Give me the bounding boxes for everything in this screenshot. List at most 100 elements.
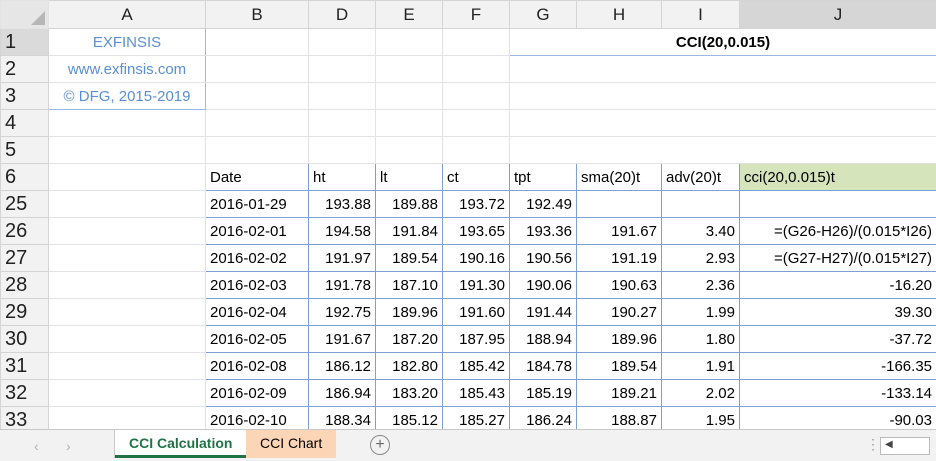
cell[interactable] <box>205 136 309 164</box>
column-header-d[interactable]: D <box>308 0 376 29</box>
cell-cci[interactable]: -166.35 <box>739 352 936 380</box>
row-header[interactable]: 4 <box>0 109 49 137</box>
cell[interactable] <box>442 136 510 164</box>
scroll-arrow-left-icon[interactable]: ◀ <box>885 439 893 450</box>
cell-adv[interactable]: 2.36 <box>661 271 740 299</box>
row-header[interactable]: 1 <box>0 28 49 56</box>
cell[interactable] <box>48 379 206 407</box>
cell-tpt[interactable]: 192.49 <box>509 190 577 218</box>
cell[interactable] <box>375 28 443 56</box>
column-header-b[interactable]: B <box>205 0 309 29</box>
cell-ht[interactable]: 192.75 <box>308 298 376 326</box>
cell-sma[interactable]: 191.19 <box>576 244 662 272</box>
column-header-f[interactable]: F <box>442 0 510 29</box>
cell[interactable] <box>48 217 206 245</box>
cell-tpt[interactable]: 191.44 <box>509 298 577 326</box>
cell-cci[interactable] <box>739 190 936 218</box>
cell-cci[interactable]: -37.72 <box>739 325 936 353</box>
cell-adv[interactable]: 1.99 <box>661 298 740 326</box>
cell[interactable] <box>308 55 376 83</box>
column-header-a[interactable]: A <box>48 0 206 29</box>
cell[interactable] <box>442 55 510 83</box>
cell[interactable] <box>442 28 510 56</box>
cell[interactable] <box>375 55 443 83</box>
select-all-corner[interactable] <box>0 0 49 29</box>
cell-cci[interactable]: 39.30 <box>739 298 936 326</box>
cell[interactable] <box>48 109 206 137</box>
cell-sma[interactable]: 191.67 <box>576 217 662 245</box>
cell-ht[interactable]: 193.88 <box>308 190 376 218</box>
spreadsheet-grid[interactable]: A B D E F G H I J 1 EXFINSIS CCI(20,0.01… <box>0 0 936 434</box>
cell[interactable] <box>205 82 309 110</box>
cell[interactable] <box>48 271 206 299</box>
cell-cci[interactable]: =(G27-H27)/(0.015*I27) <box>739 244 936 272</box>
cell-tpt[interactable]: 190.56 <box>509 244 577 272</box>
row-header[interactable]: 2 <box>0 55 49 83</box>
cell[interactable] <box>375 136 443 164</box>
cell[interactable] <box>48 244 206 272</box>
cell[interactable] <box>205 109 309 137</box>
cell[interactable] <box>48 163 206 191</box>
cell-lt[interactable]: 187.20 <box>375 325 443 353</box>
cell-lt[interactable]: 187.10 <box>375 271 443 299</box>
row-header[interactable]: 32 <box>0 379 49 407</box>
cell-date[interactable]: 2016-02-01 <box>205 217 309 245</box>
cell[interactable] <box>308 109 376 137</box>
cell-sma[interactable] <box>576 190 662 218</box>
horizontal-scrollbar[interactable]: ◀ <box>880 437 930 455</box>
cell-date[interactable]: 2016-02-04 <box>205 298 309 326</box>
cell[interactable] <box>509 82 936 110</box>
cell[interactable] <box>48 352 206 380</box>
cell-adv[interactable]: 2.02 <box>661 379 740 407</box>
column-header-j[interactable]: J <box>739 0 936 29</box>
cell[interactable] <box>308 28 376 56</box>
cell-sma[interactable]: 190.63 <box>576 271 662 299</box>
cell-sma[interactable]: 189.96 <box>576 325 662 353</box>
brand-name-cell[interactable]: EXFINSIS <box>48 28 206 56</box>
cell-cci[interactable]: -16.20 <box>739 271 936 299</box>
cell-date[interactable]: 2016-02-08 <box>205 352 309 380</box>
header-ct[interactable]: ct <box>442 163 510 191</box>
cell-adv[interactable]: 1.91 <box>661 352 740 380</box>
cell[interactable] <box>48 325 206 353</box>
cell-ct[interactable]: 191.60 <box>442 298 510 326</box>
cell-ct[interactable]: 191.30 <box>442 271 510 299</box>
cell[interactable] <box>48 190 206 218</box>
header-date[interactable]: Date <box>205 163 309 191</box>
cell-ht[interactable]: 194.58 <box>308 217 376 245</box>
cell-date[interactable]: 2016-02-02 <box>205 244 309 272</box>
cell-tpt[interactable]: 184.78 <box>509 352 577 380</box>
cell[interactable] <box>205 55 309 83</box>
row-header[interactable]: 26 <box>0 217 49 245</box>
cell-ct[interactable]: 193.65 <box>442 217 510 245</box>
tab-cci-calculation[interactable]: CCI Calculation <box>115 430 247 458</box>
cell-tpt[interactable]: 188.94 <box>509 325 577 353</box>
cell-cci[interactable]: -133.14 <box>739 379 936 407</box>
add-sheet-icon[interactable]: + <box>370 435 390 455</box>
cell[interactable] <box>509 109 936 137</box>
cell-ct[interactable]: 185.42 <box>442 352 510 380</box>
cell-ht[interactable]: 191.78 <box>308 271 376 299</box>
cell-lt[interactable]: 189.96 <box>375 298 443 326</box>
cell-ct[interactable]: 190.16 <box>442 244 510 272</box>
cell-lt[interactable]: 189.88 <box>375 190 443 218</box>
cell-sma[interactable]: 190.27 <box>576 298 662 326</box>
row-header[interactable]: 27 <box>0 244 49 272</box>
brand-copyright-cell[interactable]: © DFG, 2015-2019 <box>48 82 206 110</box>
cell-adv[interactable]: 2.93 <box>661 244 740 272</box>
column-header-i[interactable]: I <box>661 0 740 29</box>
cell-tpt[interactable]: 185.19 <box>509 379 577 407</box>
cell-tpt[interactable]: 190.06 <box>509 271 577 299</box>
row-header[interactable]: 29 <box>0 298 49 326</box>
cell-adv[interactable] <box>661 190 740 218</box>
cell-lt[interactable]: 191.84 <box>375 217 443 245</box>
column-header-g[interactable]: G <box>509 0 577 29</box>
cell[interactable] <box>509 136 936 164</box>
cell-sma[interactable]: 189.21 <box>576 379 662 407</box>
cell-tpt[interactable]: 193.36 <box>509 217 577 245</box>
cell[interactable] <box>375 82 443 110</box>
scroll-left-icon[interactable]: ‹ <box>34 438 39 454</box>
cell[interactable] <box>509 55 936 83</box>
cell-adv[interactable]: 3.40 <box>661 217 740 245</box>
cell-date[interactable]: 2016-02-03 <box>205 271 309 299</box>
